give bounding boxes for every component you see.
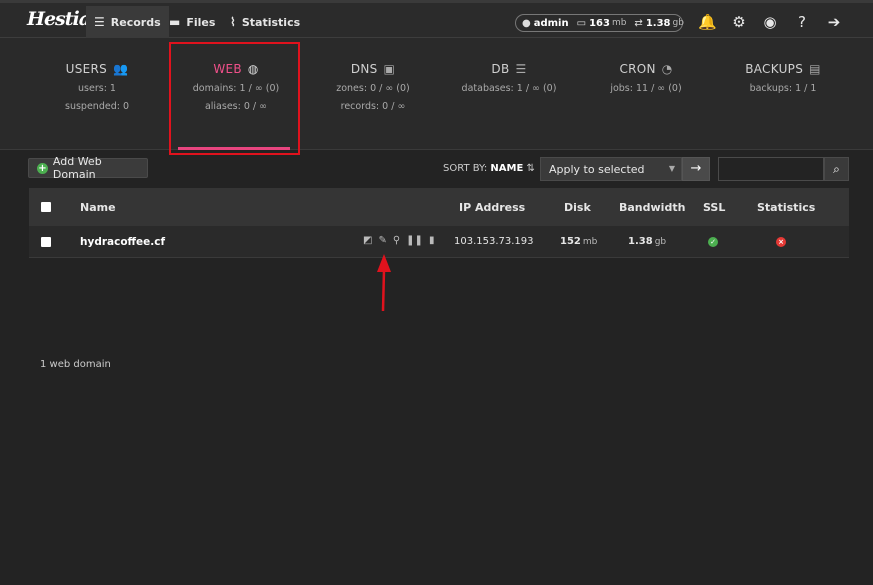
- transfer-icon: ⇄: [634, 17, 643, 29]
- select-all-checkbox[interactable]: [41, 202, 51, 212]
- user-circle-icon[interactable]: ◉: [761, 13, 779, 31]
- stat-db-line-1: databases: 1 / ∞ (0): [461, 83, 557, 94]
- sort-by-control[interactable]: SORT BY: NAME ⇅: [443, 163, 535, 174]
- user-usage-badge[interactable]: ● admin ▭ 163 mb ⇄ 1.38 gb: [515, 14, 684, 32]
- stat-cron-line-1: jobs: 11 / ∞ (0): [610, 83, 682, 94]
- user-disk-value: 163: [589, 17, 610, 29]
- row-checkbox[interactable]: [41, 237, 51, 247]
- username: admin: [533, 17, 569, 29]
- domain-name-link[interactable]: hydracoffee.cf: [80, 236, 165, 248]
- table-row[interactable]: hydracoffee.cf ◩ ✎ ⚲ ❚❚ ▮ 103.153.73.193…: [29, 226, 849, 258]
- stat-backups-title: BACKUPS: [745, 62, 804, 76]
- hestia-logo[interactable]: Hestia: [27, 8, 91, 30]
- row-disk-unit: mb: [582, 237, 598, 247]
- bell-icon[interactable]: 🔔: [698, 13, 717, 31]
- bulk-action-value: Apply to selected: [549, 163, 645, 176]
- web-highlight-annotation: [169, 42, 300, 155]
- stat-users-line-2: suspended: 0: [65, 101, 129, 112]
- stat-cron-title: CRON: [619, 62, 656, 76]
- statistics-disabled-icon: ×: [776, 237, 786, 247]
- row-bandwidth-value: 1.38: [628, 236, 653, 247]
- row-actions: ◩ ✎ ⚲ ❚❚ ▮: [363, 235, 434, 246]
- sort-icon: ⇅: [526, 163, 535, 174]
- pause-icon[interactable]: ❚❚: [406, 235, 423, 246]
- stat-backups[interactable]: BACKUPS ▤ backups: 1 / 1: [713, 62, 853, 94]
- database-icon: ☰: [515, 62, 527, 76]
- user-bandwidth-value: 1.38: [645, 17, 671, 29]
- col-ip[interactable]: IP Address: [459, 201, 525, 214]
- add-web-domain-button[interactable]: + Add Web Domain: [28, 155, 148, 181]
- gear-icon[interactable]: ⚙: [730, 13, 748, 31]
- sort-field: NAME: [490, 163, 524, 174]
- domain-count: 1 web domain: [40, 359, 111, 370]
- row-disk-value: 152: [560, 236, 581, 247]
- add-web-domain-label: Add Web Domain: [52, 155, 102, 181]
- search-input[interactable]: [718, 157, 824, 181]
- arrow-right-icon: →: [690, 161, 702, 176]
- stat-dns[interactable]: DNS ▣ zones: 0 / ∞ (0) records: 0 / ∞: [303, 62, 443, 112]
- hdd-icon: ▭: [576, 17, 587, 29]
- external-link-icon[interactable]: ◩: [363, 235, 372, 246]
- nav-statistics-label: Statistics: [241, 15, 301, 29]
- stat-users[interactable]: USERS 👥 users: 1 suspended: 0: [27, 62, 167, 112]
- nav-files-label: Files: [186, 15, 216, 29]
- logout-icon[interactable]: ➔: [825, 13, 843, 31]
- row-bandwidth-unit: gb: [654, 237, 667, 247]
- col-ssl[interactable]: SSL: [703, 201, 725, 214]
- stats-strip: USERS 👥 users: 1 suspended: 0 WEB ◍ domain…: [0, 38, 873, 150]
- book-icon: ▣: [383, 62, 396, 76]
- stat-cron[interactable]: CRON ◔ jobs: 11 / ∞ (0): [576, 62, 716, 94]
- row-disk: 152 mb: [560, 236, 597, 247]
- col-disk[interactable]: Disk: [564, 201, 591, 214]
- stat-dns-line-1: zones: 0 / ∞ (0): [336, 83, 410, 94]
- nav-statistics[interactable]: ⌇ Statistics: [222, 6, 308, 38]
- stat-db[interactable]: DB ☰ databases: 1 / ∞ (0): [439, 62, 579, 94]
- col-name[interactable]: Name: [80, 201, 116, 214]
- user-disk-unit: mb: [611, 18, 627, 28]
- clock-icon: ◔: [661, 62, 673, 76]
- table-header: Name IP Address Disk Bandwidth SSL Stati…: [29, 188, 849, 226]
- nav-records[interactable]: ☰ Records: [86, 6, 169, 38]
- chevron-down-icon: ▼: [668, 164, 675, 173]
- nav-files[interactable]: ▬ Files: [161, 6, 223, 38]
- top-navbar: Hestia ☰ Records ▬ Files ⌇ Statistics ● …: [0, 0, 873, 38]
- row-bandwidth: 1.38 gb: [628, 236, 666, 247]
- user-bandwidth-unit: gb: [672, 18, 684, 28]
- ssl-check-icon: ✓: [708, 237, 718, 247]
- stat-dns-title: DNS: [350, 62, 378, 76]
- bulk-action-select[interactable]: Apply to selected ▼: [540, 157, 682, 181]
- sort-by-label: SORT BY:: [443, 163, 488, 174]
- stat-backups-line-1: backups: 1 / 1: [749, 83, 817, 94]
- plus-circle-icon: +: [37, 162, 48, 174]
- col-bandwidth[interactable]: Bandwidth: [619, 201, 685, 214]
- chart-icon: ⌇: [230, 15, 236, 29]
- stat-db-title: DB: [491, 62, 510, 76]
- stat-users-line-1: users: 1: [78, 83, 116, 94]
- user-icon: ●: [522, 17, 531, 29]
- file-icon: ▤: [809, 62, 821, 76]
- search-icon: ⌕: [833, 162, 840, 176]
- apply-button[interactable]: →: [682, 157, 710, 181]
- search-button[interactable]: ⌕: [824, 157, 849, 181]
- edit-pencil-icon[interactable]: ✎: [378, 235, 386, 246]
- binoculars-icon[interactable]: ⚲: [393, 235, 400, 246]
- folder-icon: ▬: [169, 15, 181, 29]
- help-icon[interactable]: ?: [793, 13, 811, 31]
- list-icon: ☰: [94, 15, 105, 29]
- stat-dns-line-2: records: 0 / ∞: [340, 101, 406, 112]
- nav-records-label: Records: [110, 15, 161, 29]
- trash-icon[interactable]: ▮: [429, 235, 435, 246]
- stat-users-title: USERS: [65, 62, 108, 76]
- users-icon: 👥: [113, 62, 129, 76]
- col-statistics[interactable]: Statistics: [757, 201, 815, 214]
- row-ip: 103.153.73.193: [454, 236, 534, 247]
